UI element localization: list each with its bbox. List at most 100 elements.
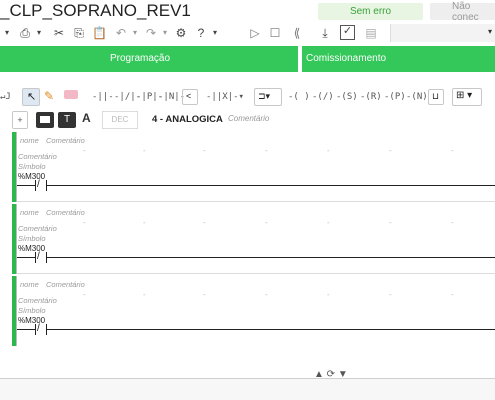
rung-separator	[17, 201, 495, 202]
rung-wire	[17, 329, 495, 330]
connection-status-button[interactable]: Não conec	[430, 1, 495, 23]
comment-icon	[40, 116, 50, 123]
left-power-rail	[16, 204, 17, 274]
help-dropdown-icon[interactable]: ▾	[208, 26, 222, 40]
set-coil-icon[interactable]: -(S)	[336, 92, 358, 102]
network-comment[interactable]: Comentário	[228, 114, 269, 123]
network-title[interactable]: 4 - ANALOGICA	[152, 114, 223, 125]
cell-marker: -	[265, 146, 268, 155]
undo-icon[interactable]: ↶	[114, 26, 128, 40]
p-coil-icon[interactable]: -(P)	[384, 92, 406, 102]
project-combo[interactable]: ▾	[390, 24, 495, 42]
rung-side-comment: Comentário	[46, 280, 85, 289]
cell-marker: -	[83, 218, 86, 227]
bottom-panel	[0, 379, 495, 400]
cell-marker: -	[203, 146, 206, 155]
cell-marker: -	[389, 290, 392, 299]
left-power-rail	[16, 132, 17, 202]
no-contact-icon[interactable]: -||-	[92, 92, 114, 102]
rung-side-comment: Comentário	[46, 136, 85, 145]
ladder-rung[interactable]: nome Comentário Comentário Símbolo %M300…	[0, 132, 495, 202]
programming-label[interactable]: Programação	[110, 53, 170, 64]
ladder-rung[interactable]: nome Comentário Comentário Símbolo %M300…	[0, 276, 495, 346]
checkbox-icon[interactable]: ✓	[340, 25, 355, 40]
left-power-rail	[16, 276, 17, 346]
paste-icon[interactable]: 📋	[92, 26, 107, 40]
box-button[interactable]: ⊔	[428, 89, 444, 105]
print-icon[interactable]: ⎙	[18, 26, 32, 40]
rung-separator	[17, 273, 495, 274]
compare-button[interactable]: <	[182, 89, 198, 105]
rung-name-label: nome	[20, 208, 39, 217]
splitter-handle[interactable]: ▲ ⟳ ▼	[314, 369, 348, 380]
nc-contact[interactable]: /	[35, 251, 47, 263]
play-icon[interactable]: ▷	[248, 26, 262, 40]
download-icon[interactable]: ⤓	[318, 26, 332, 40]
stop-icon[interactable]: ☐	[268, 26, 282, 40]
font-tool-icon[interactable]: A	[82, 111, 91, 125]
redo-dropdown-icon[interactable]: ▾	[158, 26, 172, 40]
text-tool-button[interactable]: T	[58, 112, 76, 128]
parallel-icon[interactable]: -||X|-▾	[206, 92, 244, 102]
contact-symbol[interactable]: Símbolo	[18, 306, 46, 315]
rung-side-comment: Comentário	[46, 208, 85, 217]
undo-dropdown-icon[interactable]: ▾	[128, 26, 142, 40]
cell-marker: -	[143, 146, 146, 155]
contact-symbol[interactable]: Símbolo	[18, 234, 46, 243]
app-title: _CLP_SOPRANO_REV1	[0, 1, 191, 20]
contact-comment[interactable]: Comentário	[18, 152, 57, 161]
add-box-button[interactable]: ⊞ ▾	[452, 88, 482, 106]
pencil-icon[interactable]: ✎	[44, 89, 54, 103]
add-network-button[interactable]: +	[12, 111, 28, 129]
cell-marker: -	[451, 218, 454, 227]
cell-marker: -	[327, 290, 330, 299]
ladder-rung[interactable]: nome Comentário Comentário Símbolo %M300…	[0, 204, 495, 274]
commissioning-label[interactable]: Comissionamento	[306, 53, 386, 64]
comment-button[interactable]	[36, 112, 54, 128]
cell-marker: -	[389, 218, 392, 227]
pointer-tool-button[interactable]: ↖	[22, 88, 40, 106]
nc-contact[interactable]: /	[35, 179, 47, 191]
cell-marker: -	[83, 146, 86, 155]
coil-icon[interactable]: -( )	[288, 92, 310, 102]
rewind-icon[interactable]: ⟪	[290, 26, 304, 40]
reset-coil-icon[interactable]: -(R)	[360, 92, 382, 102]
nc-contact[interactable]: /	[35, 323, 47, 335]
settings-icon[interactable]: ⚙	[174, 26, 188, 40]
cell-marker: -	[265, 290, 268, 299]
status-ok-button[interactable]: Sem erro	[318, 3, 423, 20]
cell-marker: -	[389, 146, 392, 155]
branch-icon[interactable]: ↵J	[0, 92, 11, 102]
cell-marker: -	[451, 290, 454, 299]
not-coil-icon[interactable]: -(/)	[312, 92, 334, 102]
contact-comment[interactable]: Comentário	[18, 224, 57, 233]
print-dropdown-icon[interactable]: ▾	[32, 26, 46, 40]
combo-dropdown-icon[interactable]: ▾	[488, 27, 492, 36]
copy-icon[interactable]: ⎘	[72, 26, 86, 40]
ladder-toolbar: ↵J ↖ ✎ -||- -|/|- -|P|- -|N|- < -||X|-▾ …	[0, 84, 495, 110]
cell-marker: -	[203, 218, 206, 227]
cut-icon[interactable]: ✂	[52, 26, 66, 40]
dec-button[interactable]: DEC	[102, 111, 138, 129]
redo-icon[interactable]: ↷	[144, 26, 158, 40]
contact-comment[interactable]: Comentário	[18, 296, 57, 305]
n-coil-icon[interactable]: -(N)	[406, 92, 428, 102]
help-icon[interactable]: ?	[194, 26, 208, 40]
document-icon[interactable]: ▤	[364, 26, 378, 40]
dropdown-arrow-icon[interactable]: ▾	[0, 26, 14, 40]
rung-wire	[17, 185, 495, 186]
cell-marker: -	[327, 146, 330, 155]
pointer-icon: ↖	[27, 91, 37, 103]
cell-marker: -	[451, 146, 454, 155]
rung-wire	[17, 257, 495, 258]
box-icon: ⊔	[432, 91, 440, 101]
compare-icon: <	[186, 91, 192, 101]
block-button[interactable]: ⊐▾	[254, 88, 282, 106]
contact-symbol[interactable]: Símbolo	[18, 162, 46, 171]
eraser-icon[interactable]	[64, 90, 78, 99]
rung-name-label: nome	[20, 280, 39, 289]
add-box-icon: ⊞ ▾	[456, 90, 473, 101]
cell-marker: -	[143, 290, 146, 299]
cell-marker: -	[327, 218, 330, 227]
rung-name-label: nome	[20, 136, 39, 145]
